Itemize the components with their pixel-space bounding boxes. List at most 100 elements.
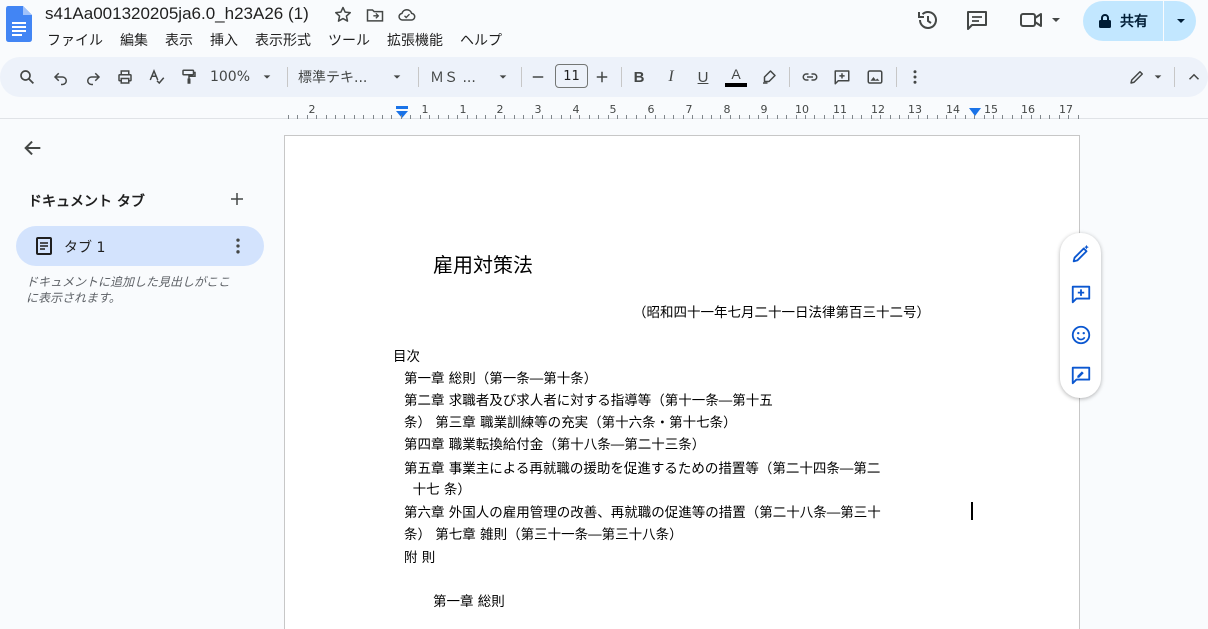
meet-camera-icon[interactable] [1019, 8, 1045, 32]
menu-extensions[interactable]: 拡張機能 [387, 30, 451, 50]
ruler-tick [1049, 115, 1051, 119]
menu-edit[interactable]: 編集 [120, 30, 156, 50]
cloud-saved-icon[interactable] [397, 5, 417, 25]
ruler-tick [288, 115, 289, 119]
ruler-tick [363, 115, 365, 119]
ruler-tick [476, 115, 477, 119]
ruler-tick [1021, 115, 1023, 119]
share-main[interactable]: 共有 [1083, 1, 1163, 41]
ruler-tick [673, 115, 675, 119]
menu-insert[interactable]: 挿入 [210, 30, 246, 50]
toc-line[interactable]: 附 則 [404, 546, 435, 566]
paint-format-icon[interactable] [178, 65, 200, 89]
ruler-number: 3 [534, 103, 542, 116]
law-number[interactable]: （昭和四十一年七月二十一日法律第百三十二号） [633, 301, 930, 321]
star-icon[interactable] [333, 5, 353, 25]
ruler-tick [570, 115, 571, 119]
toc-line[interactable]: 条） 第三章 職業訓練等の充実（第十六条・第十七条） [404, 411, 737, 431]
docs-logo-icon[interactable] [6, 6, 32, 42]
menu-bar: ファイル 編集 表示 挿入 表示形式 ツール 拡張機能 ヘルプ [47, 30, 519, 50]
chevron-down-icon[interactable] [494, 65, 512, 89]
document-heading[interactable]: 雇用対策法 [433, 249, 533, 278]
document-tab-icon [36, 237, 52, 255]
toc-line[interactable]: 第六章 外国人の雇用管理の改善、再就職の促進等の措置（第二十八条―第三十 [404, 501, 881, 521]
version-history-icon[interactable] [916, 8, 940, 32]
ruler-tick [429, 115, 430, 119]
insert-image-icon[interactable] [863, 65, 887, 89]
sidebar-heading: ドキュメント タブ [28, 194, 145, 210]
share-button[interactable]: 共有 [1083, 1, 1196, 41]
spellcheck-icon[interactable] [146, 65, 168, 89]
chapter-heading[interactable]: 第一章 総則 [433, 590, 505, 610]
italic-button[interactable]: I [660, 65, 682, 89]
editing-mode-icon[interactable] [1126, 65, 1148, 89]
ruler-tick [325, 115, 327, 119]
toc-line[interactable]: 十七 条） [404, 478, 471, 498]
toc-line[interactable]: 第五章 事業主による再就職の援助を促進するための措置等（第二十四条―第二 [404, 457, 880, 477]
ruler-tick [617, 115, 618, 119]
undo-icon[interactable] [50, 65, 72, 89]
highlight-icon[interactable] [758, 65, 780, 89]
underline-button[interactable]: U [692, 65, 714, 89]
menu-file[interactable]: ファイル [47, 30, 111, 50]
more-vert-icon[interactable] [228, 236, 248, 256]
toc-line[interactable]: 条） 第七章 雑則（第三十一条―第三十八条） [404, 523, 683, 543]
menu-format[interactable]: 表示形式 [255, 30, 319, 50]
add-tab-icon[interactable] [228, 190, 246, 208]
ruler-tick [899, 115, 900, 119]
toc-line[interactable]: 第四章 職業転換給付金（第十八条―第二十三条） [404, 433, 705, 453]
ruler-tick [494, 115, 496, 119]
menu-tools[interactable]: ツール [328, 30, 378, 50]
collapse-toolbar-icon[interactable] [1184, 65, 1204, 89]
print-icon[interactable] [114, 65, 136, 89]
decrease-font-size-icon[interactable] [528, 65, 548, 89]
suggest-edits-icon[interactable] [1070, 364, 1092, 386]
chevron-down-icon[interactable] [1049, 8, 1063, 32]
add-comment-icon[interactable] [1070, 283, 1092, 305]
ruler-tick [598, 115, 600, 119]
add-comment-icon[interactable] [830, 65, 854, 89]
font-size-input[interactable]: 11 [555, 64, 588, 88]
help-me-write-icon[interactable] [1070, 243, 1092, 265]
ruler-tick [767, 115, 769, 119]
emoji-reaction-icon[interactable] [1070, 324, 1092, 346]
comments-icon[interactable] [965, 8, 989, 32]
text-color-button[interactable]: A [724, 65, 748, 89]
toc-line[interactable]: 第二章 求職者及び求人者に対する指導等（第十一条―第十五 [404, 389, 773, 409]
redo-icon[interactable] [82, 65, 104, 89]
increase-font-size-icon[interactable] [592, 65, 612, 89]
ruler-tick [739, 115, 741, 119]
move-folder-icon[interactable] [365, 5, 385, 25]
ruler-tick [805, 115, 806, 119]
toolbar-divider [896, 67, 897, 87]
menu-view[interactable]: 表示 [165, 30, 201, 50]
menu-help[interactable]: ヘルプ [460, 30, 510, 50]
text-color-letter: A [731, 66, 741, 82]
search-menus-icon[interactable] [16, 65, 38, 89]
toc-line[interactable]: 第一章 総則（第一条―第十条） [404, 367, 597, 387]
font-select[interactable]: ＭＳ ... [430, 65, 490, 89]
more-options-icon[interactable] [905, 65, 925, 89]
chevron-down-icon[interactable] [1150, 65, 1166, 89]
text-color-swatch [725, 83, 747, 87]
style-select[interactable]: 標準テキ... [298, 65, 378, 89]
back-arrow-icon[interactable] [22, 137, 44, 159]
document-title[interactable]: s41Aa001320205ja6.0_h23A26 (1) [45, 4, 309, 24]
sidebar-item-tab-1[interactable]: タブ 1 [16, 226, 264, 266]
ruler-tick [626, 115, 628, 119]
ruler[interactable]: 2 1 1 2 3 4 5 6 7 8 9 10 11 12 13 14 15 … [284, 101, 1080, 119]
zoom-select[interactable]: 100% [210, 65, 250, 89]
chevron-down-icon[interactable] [388, 65, 406, 89]
document-page[interactable]: 雇用対策法 （昭和四十一年七月二十一日法律第百三十二号） 目次 第一章 総則（第… [284, 135, 1080, 629]
ruler-tick [664, 115, 665, 119]
ruler-tick [1002, 115, 1004, 119]
ruler-tick [936, 115, 938, 119]
left-indent-marker-icon[interactable] [394, 106, 410, 120]
toc-heading[interactable]: 目次 [393, 345, 420, 365]
share-dropdown[interactable] [1165, 1, 1196, 41]
ruler-tick [410, 115, 412, 119]
chevron-down-icon[interactable] [258, 65, 276, 89]
bold-button[interactable]: B [628, 65, 650, 89]
insert-link-icon[interactable] [798, 65, 822, 89]
ruler-number: 10 [795, 103, 809, 116]
